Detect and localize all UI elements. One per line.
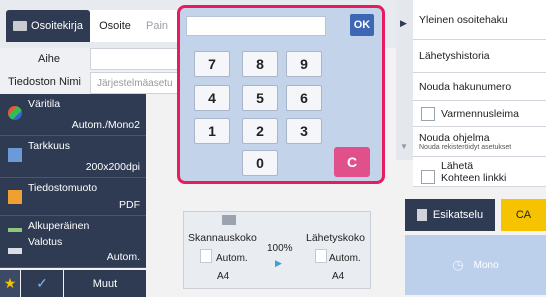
tab-address-label: Osoite [99, 20, 131, 32]
ratio-value: 100% [267, 243, 293, 254]
fetch-number-item[interactable]: Nouda hakunumero [413, 73, 546, 101]
start-button[interactable]: ◷ Mono [405, 235, 546, 295]
exposure-row[interactable]: Valotus Autom. [0, 232, 146, 268]
subject-input[interactable] [90, 48, 180, 70]
clear-button[interactable]: C [334, 147, 370, 177]
fetch-program-sublabel: Nouda rekisteröidyt asetukset [419, 144, 512, 151]
exposure-icon [8, 248, 22, 254]
tab-address[interactable]: Osoite [90, 10, 140, 42]
other-button[interactable]: Muut [64, 270, 146, 297]
scan-paper-icon [200, 249, 212, 263]
keypad-input[interactable] [186, 16, 326, 36]
send-link-label-2: Kohteen linkki [441, 171, 507, 184]
send-auto: Autom. [329, 253, 361, 264]
verification-checkbox[interactable] [421, 106, 435, 121]
key-3[interactable]: 3 [286, 118, 322, 144]
general-search-label: Yleinen osoitehaku [419, 13, 508, 26]
key-9[interactable]: 9 [286, 51, 322, 77]
ok-button[interactable]: OK [350, 14, 374, 36]
send-size-label: Lähetyskoko [306, 232, 365, 244]
exposure-title: Valotus [28, 236, 63, 248]
key-4[interactable]: 4 [194, 85, 230, 111]
check-button[interactable]: ✓ [21, 270, 63, 297]
resolution-icon [8, 148, 22, 162]
arrow-right-icon: ▶ [275, 258, 282, 268]
original-title: Alkuperäinen [28, 220, 90, 232]
filename-input[interactable]: Järjestelmäasetu [90, 72, 180, 94]
key-2[interactable]: 2 [242, 118, 278, 144]
key-8[interactable]: 8 [242, 51, 278, 77]
history-label: Lähetyshistoria [419, 50, 490, 62]
tab-address-book-label: Osoitekirja [31, 20, 83, 32]
preview-label: Esikatselu [432, 209, 484, 221]
fetch-program-label: Nouda ohjelma [419, 132, 490, 144]
resolution-value: 200x200dpi [85, 161, 140, 173]
verification-stamp-item[interactable]: Varmennusleima [413, 101, 546, 127]
key-0[interactable]: 0 [242, 150, 278, 176]
preview-icon [416, 209, 427, 221]
color-mode-title: Väritila [28, 98, 61, 110]
key-5[interactable]: 5 [242, 85, 278, 111]
send-link-checkbox[interactable] [421, 169, 435, 184]
star-icon: ★ [3, 275, 17, 291]
color-mode-value: Autom./Mono2 [71, 119, 140, 131]
color-mode-row[interactable]: Väritila Autom./Mono2 [0, 94, 146, 136]
resolution-title: Tarkkuus [28, 140, 71, 152]
general-search-item[interactable]: Yleinen osoitehaku [413, 0, 546, 40]
filename-label: Tiedoston Nimi [8, 76, 81, 88]
subject-label: Aihe [38, 53, 61, 65]
start-icon: ◷ [452, 257, 464, 272]
color-mode-icon [8, 106, 22, 120]
address-book-icon [13, 21, 28, 31]
key-7[interactable]: 7 [194, 51, 230, 77]
scan-paper-size: A4 [217, 271, 230, 282]
checkmark-icon: ✓ [36, 275, 48, 291]
start-label: Mono [473, 259, 499, 271]
send-paper-size: A4 [332, 271, 345, 282]
tab-print-label: Pain [146, 20, 169, 32]
collapse-arrow-icon[interactable]: ▶ [400, 18, 407, 29]
verification-label: Varmennusleima [441, 107, 520, 120]
ca-button[interactable]: CA [501, 199, 546, 231]
fetch-program-item[interactable]: Nouda ohjelma Nouda rekisteröidyt asetuk… [413, 127, 546, 157]
numeric-keypad: OK 7 8 9 4 5 6 1 2 3 0 C [177, 5, 385, 184]
scan-size-label: Skannauskoko [188, 232, 257, 244]
exposure-value: Autom. [106, 251, 140, 263]
preview-button[interactable]: Esikatselu [405, 199, 495, 231]
scroll-down-icon[interactable]: ▼ [400, 142, 408, 151]
file-format-icon [8, 190, 22, 204]
history-item[interactable]: Lähetyshistoria [413, 40, 546, 73]
favorite-button[interactable]: ★ [0, 270, 20, 297]
key-1[interactable]: 1 [194, 118, 230, 144]
file-format-value: PDF [119, 199, 140, 211]
tab-address-book[interactable]: Osoitekirja [6, 10, 90, 42]
scan-auto: Autom. [216, 253, 248, 264]
scanner-icon [222, 215, 236, 225]
filename-value: Järjestelmäasetu [97, 77, 173, 89]
send-link-label-1: Lähetä [441, 159, 474, 172]
other-label: Muut [92, 277, 118, 290]
file-format-row[interactable]: Tiedostomuoto PDF [0, 178, 146, 216]
fetch-number-label: Nouda hakunumero [419, 80, 512, 93]
send-link-item[interactable]: Lähetä Kohteen linkki [413, 157, 546, 187]
resolution-row[interactable]: Tarkkuus 200x200dpi [0, 136, 146, 178]
key-6[interactable]: 6 [286, 85, 322, 111]
file-format-title: Tiedostomuoto [28, 182, 98, 194]
send-paper-icon [315, 249, 327, 263]
tab-print[interactable]: Pain [140, 10, 180, 42]
